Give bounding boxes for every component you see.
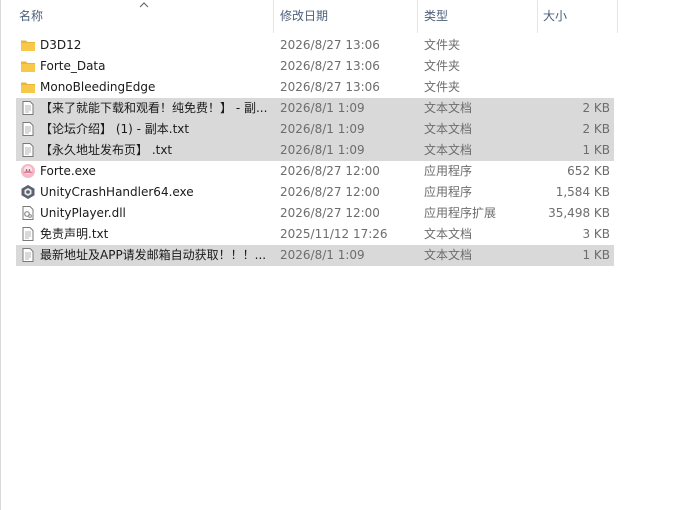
file-row[interactable]: UnityCrashHandler64.exe 2026/8/27 12:00 应用… <box>16 182 614 203</box>
file-modified-date: 2026/8/1 1:09 <box>280 143 365 157</box>
file-row[interactable]: UnityPlayer.dll 2026/8/27 12:00 应用程序扩展 35,4… <box>16 203 614 224</box>
folder-icon <box>20 58 36 74</box>
file-type: 文本文档 <box>424 122 473 136</box>
column-header-bar: 名称 修改日期 类型 大小 <box>0 0 618 33</box>
file-row[interactable]: 免责声明.txt 2025/11/12 17:26 文本文档 3 KB <box>16 224 614 245</box>
file-size: 2 KB <box>582 101 610 115</box>
forte-app-icon <box>20 163 36 179</box>
text-document-icon <box>20 121 36 137</box>
file-name: 【永久地址发布页】 .txt <box>40 143 173 157</box>
sort-ascending-icon <box>139 2 149 8</box>
file-name: UnityPlayer.dll <box>40 206 126 220</box>
file-type: 文本文档 <box>424 248 473 262</box>
file-name: MonoBleedingEdge <box>40 80 156 94</box>
pane-left-border <box>0 0 1 510</box>
column-divider[interactable] <box>417 0 418 33</box>
file-modified-date: 2026/8/27 13:06 <box>280 80 380 94</box>
file-size: 3 KB <box>582 227 610 241</box>
file-row[interactable]: MonoBleedingEdge 2026/8/27 13:06 文件夹 <box>16 77 614 98</box>
file-row[interactable]: Forte.exe 2026/8/27 12:00 应用程序 652 KB <box>16 161 614 182</box>
column-header-type[interactable]: 类型 <box>419 0 535 33</box>
file-type: 文本文档 <box>424 143 473 157</box>
file-row[interactable]: D3D12 2026/8/27 13:06 文件夹 <box>16 35 614 56</box>
file-modified-date: 2026/8/1 1:09 <box>280 101 365 115</box>
file-name: D3D12 <box>40 38 82 52</box>
file-type: 文本文档 <box>424 227 473 241</box>
text-document-icon <box>20 226 36 242</box>
file-size: 1 KB <box>582 248 610 262</box>
dll-file-icon <box>20 205 36 221</box>
file-type: 应用程序扩展 <box>424 206 497 220</box>
text-document-icon <box>20 247 36 263</box>
file-modified-date: 2026/8/1 1:09 <box>280 122 365 136</box>
file-row[interactable]: 【论坛介绍】 (1) - 副本.txt 2026/8/1 1:09 文本文档 2 KB <box>16 119 614 140</box>
file-size: 2 KB <box>582 122 610 136</box>
file-row[interactable]: 【永久地址发布页】 .txt 2026/8/1 1:09 文本文档 1 KB <box>16 140 614 161</box>
file-modified-date: 2026/8/27 12:00 <box>280 164 380 178</box>
file-type: 文本文档 <box>424 101 473 115</box>
file-modified-date: 2026/8/27 13:06 <box>280 38 380 52</box>
file-size <box>536 35 610 56</box>
file-type: 文件夹 <box>424 80 461 94</box>
file-size <box>536 77 610 98</box>
column-header-size[interactable]: 大小 <box>538 0 616 33</box>
file-type: 文件夹 <box>424 38 461 52</box>
file-name: 最新地址及APP请发邮箱自动获取！！！... <box>40 248 267 262</box>
file-size <box>536 56 610 77</box>
file-name: Forte.exe <box>40 164 96 178</box>
file-type: 文件夹 <box>424 59 461 73</box>
unity-app-icon <box>20 184 36 200</box>
file-modified-date: 2026/8/27 13:06 <box>280 59 380 73</box>
file-name: 【论坛介绍】 (1) - 副本.txt <box>40 122 190 136</box>
file-name: 免责声明.txt <box>40 227 109 241</box>
file-row[interactable]: 【来了就能下载和观看！纯免费！】 - 副... 2026/8/1 1:09 文本文档… <box>16 98 614 119</box>
file-name: Forte_Data <box>40 59 106 73</box>
file-name: UnityCrashHandler64.exe <box>40 185 194 199</box>
file-size: 652 KB <box>567 164 610 178</box>
file-type: 应用程序 <box>424 185 473 199</box>
folder-icon <box>20 37 36 53</box>
file-size: 1 KB <box>582 143 610 157</box>
file-modified-date: 2025/11/12 17:26 <box>280 227 388 241</box>
text-document-icon <box>20 142 36 158</box>
text-document-icon <box>20 100 36 116</box>
column-divider[interactable] <box>273 0 274 33</box>
file-size: 35,498 KB <box>548 206 610 220</box>
file-modified-date: 2026/8/27 12:00 <box>280 185 380 199</box>
file-row[interactable]: Forte_Data 2026/8/27 13:06 文件夹 <box>16 56 614 77</box>
file-type: 应用程序 <box>424 164 473 178</box>
file-size: 1,584 KB <box>555 185 610 199</box>
column-divider[interactable] <box>617 0 618 33</box>
file-modified-date: 2026/8/1 1:09 <box>280 248 365 262</box>
file-name: 【来了就能下载和观看！纯免费！】 - 副... <box>40 101 268 115</box>
file-modified-date: 2026/8/27 12:00 <box>280 206 380 220</box>
folder-icon <box>20 79 36 95</box>
column-header-date[interactable]: 修改日期 <box>275 0 415 33</box>
file-row[interactable]: 最新地址及APP请发邮箱自动获取！！！... 2026/8/1 1:09 文本文档 1… <box>16 245 614 266</box>
